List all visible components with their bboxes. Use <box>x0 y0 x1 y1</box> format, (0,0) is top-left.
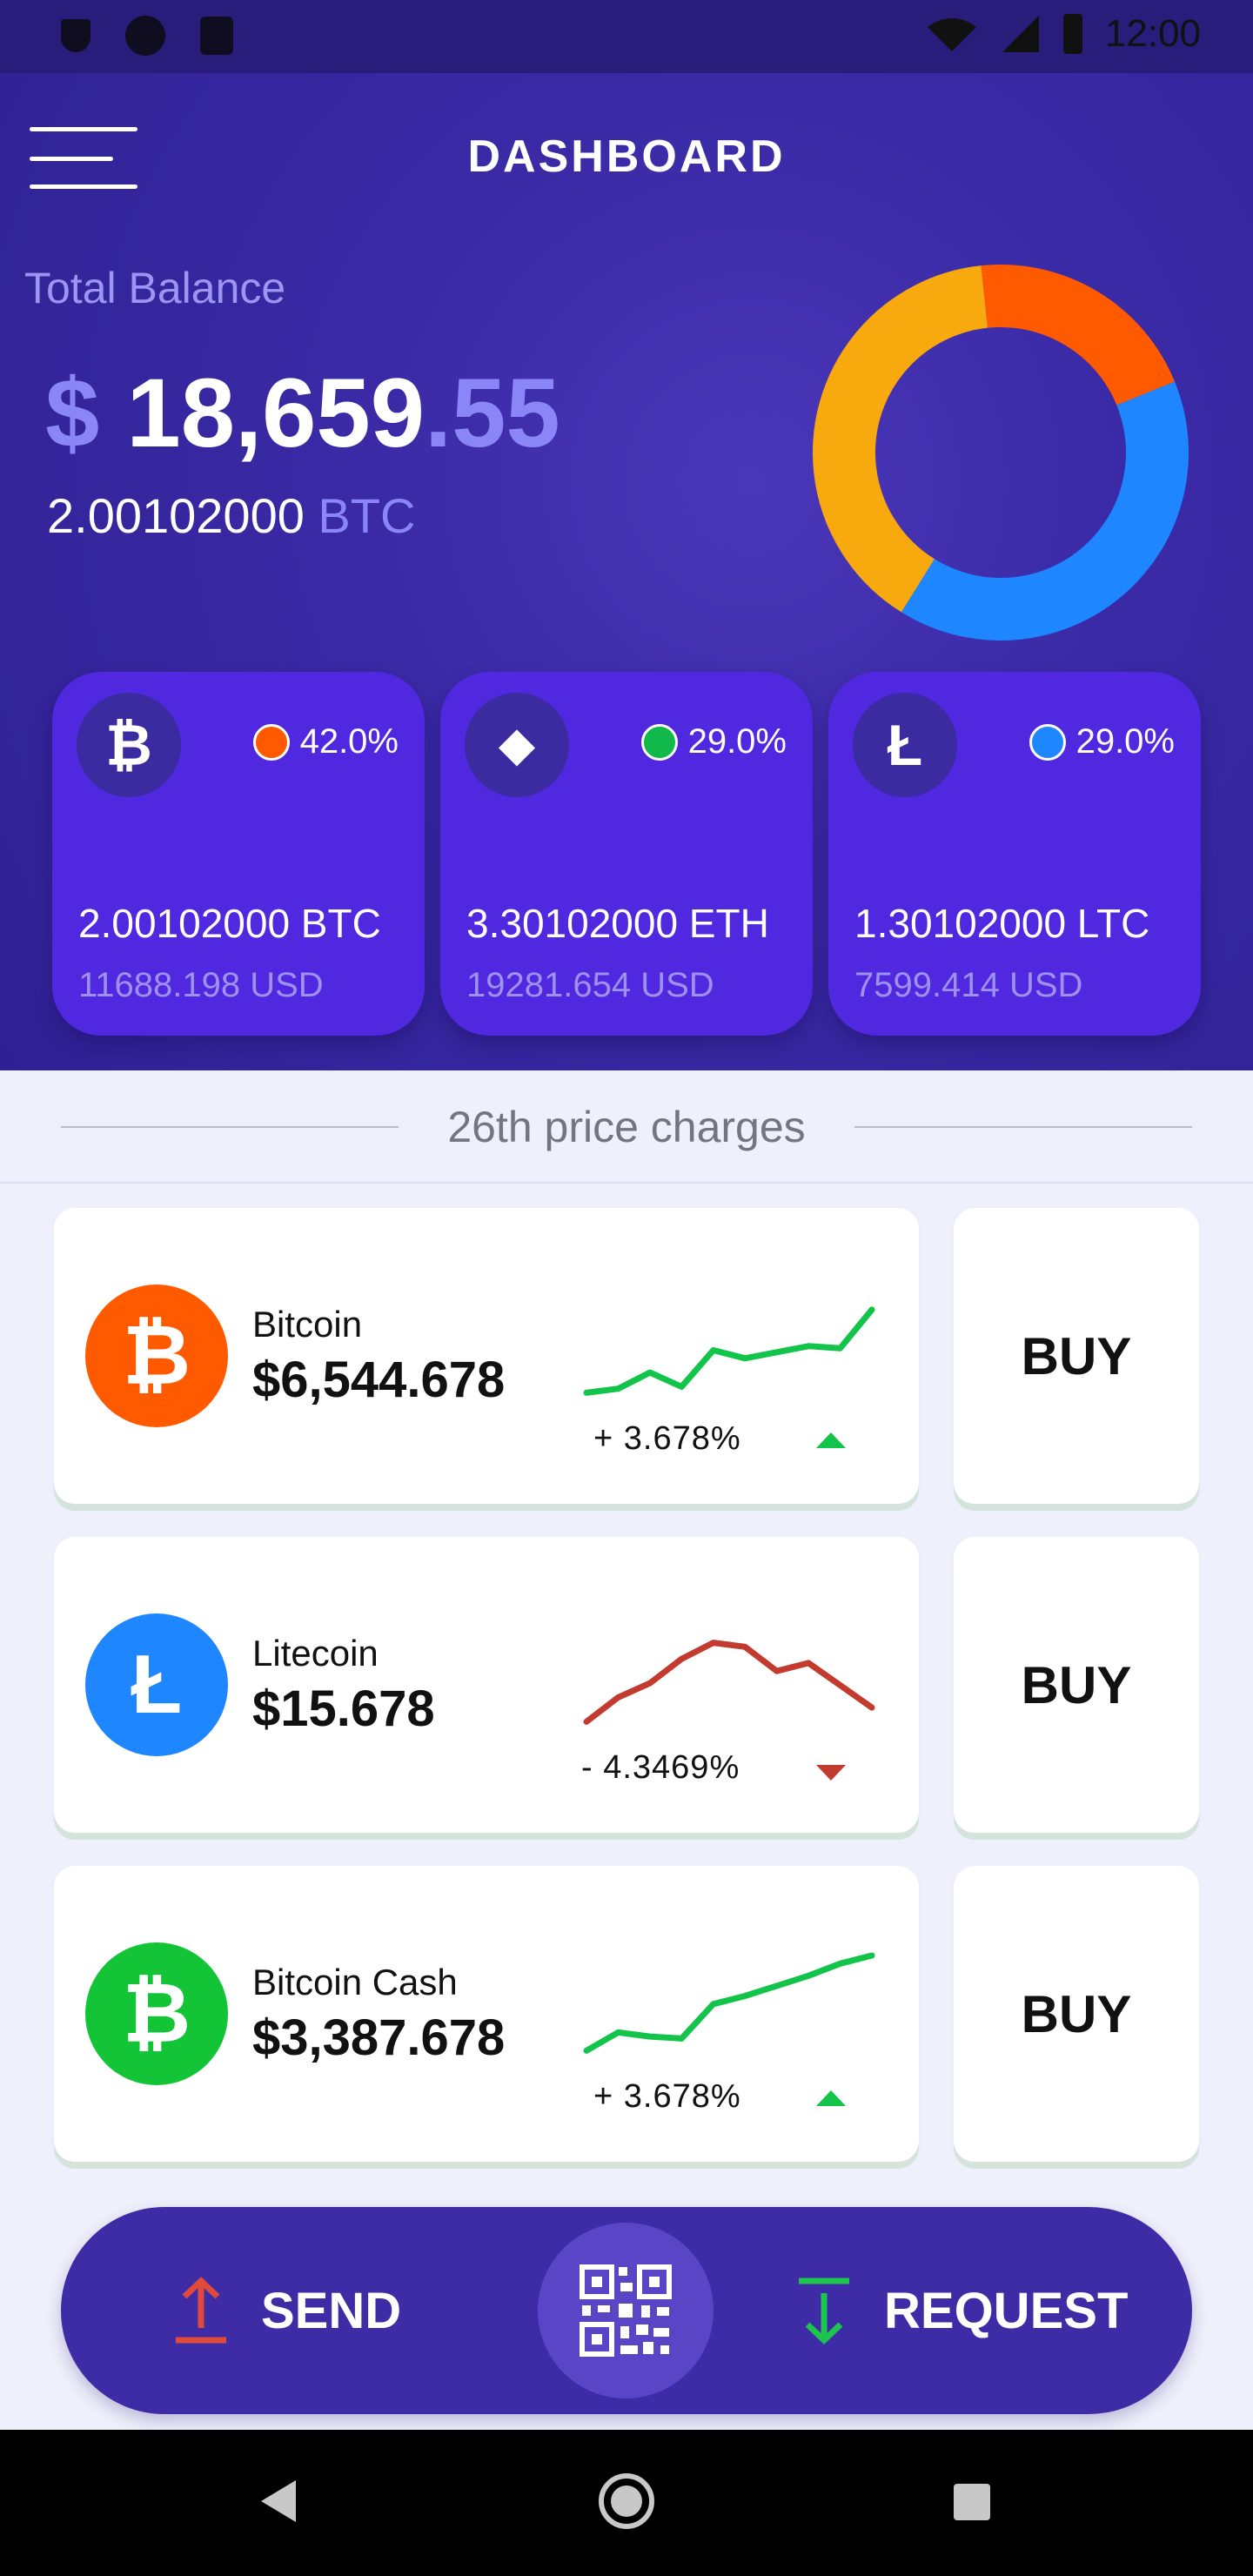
coin-price: $15.678 <box>252 1680 435 1737</box>
buy-button[interactable]: BUY <box>954 1866 1199 2162</box>
up-arrow-icon <box>816 2090 846 2106</box>
qr-code-icon <box>580 2264 672 2357</box>
coin-amount: 1.30102000 LTC <box>854 901 1150 946</box>
menu-line <box>30 184 137 189</box>
bitcoin-icon: ₿ <box>77 693 181 797</box>
battery-icon <box>1062 14 1082 54</box>
coin-card-btc[interactable]: ₿ 42.0% 2.00102000 BTC 11688.198 USD <box>52 672 425 1036</box>
coin-share-percent: 42.0% <box>299 722 399 761</box>
balance-btc-unit: BTC <box>318 488 416 543</box>
coin-price: $6,544.678 <box>252 1352 506 1408</box>
currency-symbol: $ <box>45 359 100 467</box>
litecoin-icon: Ł <box>85 1613 228 1756</box>
hero-panel: 12:00 DASHBOARD Total Balance $ 18,659.5… <box>0 0 1253 1070</box>
share-dot <box>1029 723 1066 761</box>
shield-icon <box>61 19 90 52</box>
bitcoin-icon: ₿ <box>85 1285 228 1427</box>
status-time: 12:00 <box>1104 12 1201 55</box>
coin-name: Bitcoin Cash <box>252 1962 458 2002</box>
coin-cards: ₿ 42.0% 2.00102000 BTC 11688.198 USD ◆ 2… <box>52 672 1201 1037</box>
coin-price: $3,387.678 <box>252 2009 506 2066</box>
buy-button[interactable]: BUY <box>954 1537 1199 1833</box>
price-card[interactable]: ₿ Bitcoin Cash $3,387.678 + 3.678% <box>54 1866 919 2162</box>
up-arrow-icon <box>816 1432 846 1448</box>
request-label: REQUEST <box>884 2282 1129 2339</box>
coin-share-percent: 29.0% <box>687 722 787 761</box>
sparkline-path <box>583 1952 875 2054</box>
sparkline-chart <box>583 1306 875 1396</box>
price-card[interactable]: ₿ Bitcoin $6,544.678 + 3.678% <box>54 1208 919 1504</box>
coin-usd-value: 19281.654 USD <box>466 966 714 1004</box>
price-change: + 3.678% <box>593 2078 741 2115</box>
page-title: DASHBOARD <box>467 131 786 182</box>
balance-decimal: .55 <box>424 359 560 467</box>
buy-button[interactable]: BUY <box>954 1208 1199 1504</box>
balance-btc: 2.00102000 BTC <box>47 487 415 544</box>
coin-amount: 2.00102000 BTC <box>78 901 381 946</box>
sd-card-icon <box>200 17 233 55</box>
home-icon[interactable] <box>599 2473 654 2529</box>
coin-usd-value: 11688.198 USD <box>78 966 324 1004</box>
recent-apps-icon[interactable] <box>954 2484 990 2520</box>
balance-btc-amount: 2.00102000 <box>47 488 305 543</box>
price-row-litecoin: Ł Litecoin $15.678 - 4.3469% BUY <box>54 1537 1199 1835</box>
price-row-bitcoin-cash: ₿ Bitcoin Cash $3,387.678 + 3.678% BUY <box>54 1866 1199 2163</box>
coin-name: Bitcoin <box>252 1304 363 1345</box>
system-nav-bar <box>0 2430 1253 2576</box>
total-balance-value: $ 18,659.55 <box>45 357 560 469</box>
send-label: SEND <box>261 2282 402 2339</box>
ethereum-icon: ◆ <box>465 693 569 797</box>
request-button[interactable]: REQUEST <box>797 2261 1128 2360</box>
status-left-icons <box>61 16 233 56</box>
litecoin-icon: Ł <box>853 693 957 797</box>
coin-amount: 3.30102000 ETH <box>466 901 769 946</box>
balance-integer: 18,659 <box>126 359 425 467</box>
back-icon[interactable] <box>261 2480 296 2522</box>
status-bar: 12:00 <box>0 0 1253 73</box>
sparkline-path <box>583 1306 875 1396</box>
send-button[interactable]: SEND <box>174 2261 401 2360</box>
sparkline-chart <box>583 1640 875 1725</box>
coin-share: 29.0% <box>640 722 787 761</box>
price-row-bitcoin: ₿ Bitcoin $6,544.678 + 3.678% BUY <box>54 1208 1199 1506</box>
price-change: - 4.3469% <box>581 1749 740 1786</box>
download-arrow-icon <box>799 2277 849 2345</box>
coin-share: 42.0% <box>252 722 399 761</box>
coin-name: Litecoin <box>252 1633 379 1674</box>
price-change: + 3.678% <box>593 1420 741 1457</box>
coin-share: 29.0% <box>1029 722 1175 761</box>
action-bar: SEND REQUEST <box>61 2207 1192 2414</box>
section-title: 26th price charges <box>447 1103 806 1151</box>
sparkline-path <box>583 1640 875 1725</box>
share-dot <box>640 723 678 761</box>
down-arrow-icon <box>816 1765 846 1781</box>
qr-scan-button[interactable] <box>538 2223 714 2398</box>
sync-icon <box>125 16 165 56</box>
coin-card-ltc[interactable]: Ł 29.0% 1.30102000 LTC 7599.414 USD <box>828 672 1201 1036</box>
sparkline-chart <box>583 1952 875 2054</box>
share-dot <box>252 723 290 761</box>
signal-icon <box>1002 16 1039 52</box>
status-right-icons: 12:00 <box>926 12 1201 56</box>
allocation-donut-chart <box>813 265 1189 641</box>
upload-arrow-icon <box>176 2277 226 2344</box>
bitcoin-cash-icon: ₿ <box>85 1942 228 2085</box>
coin-usd-value: 7599.414 USD <box>854 966 1083 1004</box>
price-card[interactable]: Ł Litecoin $15.678 - 4.3469% <box>54 1537 919 1833</box>
price-section-header: 26th price charges <box>0 1070 1253 1184</box>
total-balance-label: Total Balance <box>24 264 286 312</box>
wifi-icon <box>927 18 976 51</box>
coin-card-eth[interactable]: ◆ 29.0% 3.30102000 ETH 19281.654 USD <box>440 672 813 1036</box>
coin-share-percent: 29.0% <box>1075 722 1175 761</box>
